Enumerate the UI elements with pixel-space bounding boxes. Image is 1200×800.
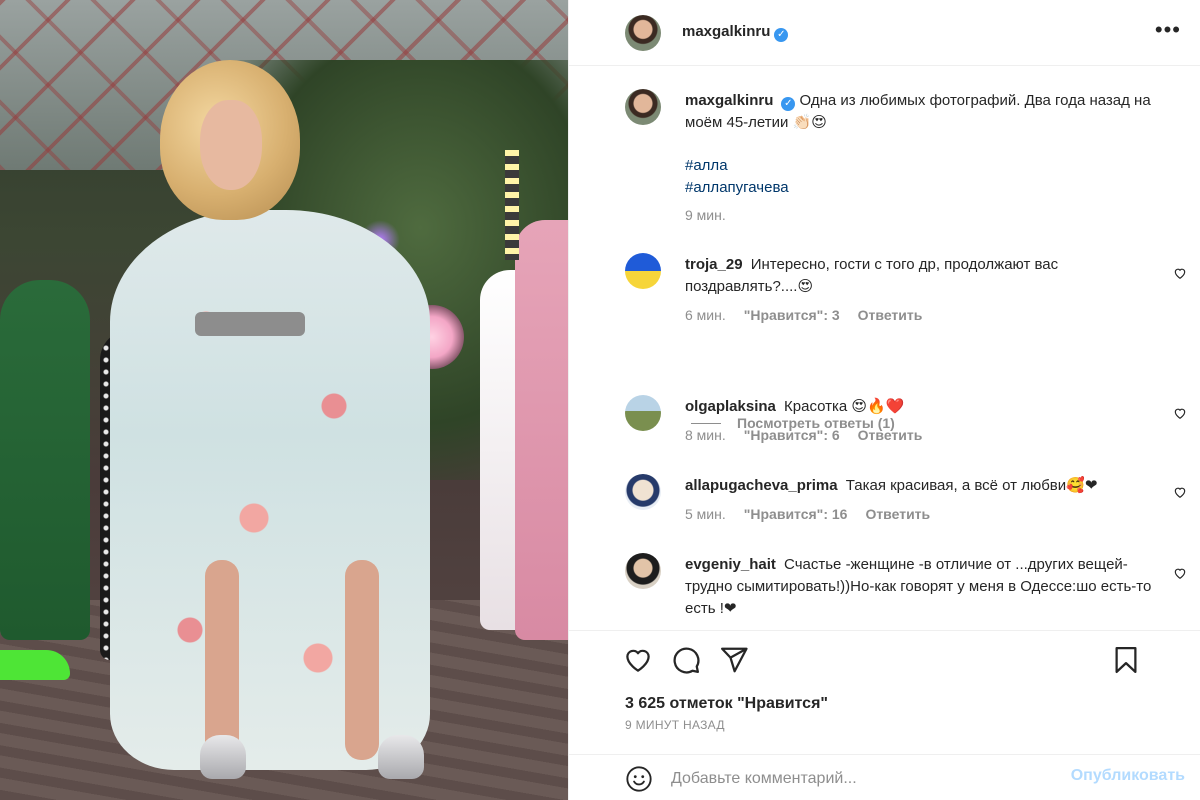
likes-count[interactable]: 3 625 отметок "Нравится" xyxy=(625,695,828,713)
bookmark-icon[interactable] xyxy=(1111,645,1141,675)
comment-text-block: troja_29 Интересно, гости с того др, про… xyxy=(685,254,1157,298)
commenter-username[interactable]: olgaplaksina xyxy=(685,398,776,415)
add-comment-bar: Опубликовать xyxy=(569,754,1200,800)
author-avatar[interactable] xyxy=(625,15,661,51)
comment-like-heart-icon[interactable] xyxy=(1173,406,1187,420)
comment-text: Красотка 😍🔥❤️ xyxy=(784,398,905,415)
photo-guest-green xyxy=(0,280,90,640)
commenter-avatar[interactable] xyxy=(625,474,661,510)
heart-icon[interactable] xyxy=(623,645,653,675)
comment-meta: 6 мин. "Нравится": 3 Ответить xyxy=(685,307,922,323)
view-replies-line xyxy=(691,422,721,424)
photo-leg-left xyxy=(205,560,239,760)
emoji-icon[interactable] xyxy=(625,765,653,793)
post-photo[interactable] xyxy=(0,0,568,800)
caption-text-block: maxgalkinru ✓ Одна из любимых фотографий.… xyxy=(685,90,1157,134)
comment-likes[interactable]: "Нравится": 3 xyxy=(744,307,840,323)
comment-text-block: allapugacheva_prima Такая красивая, а вс… xyxy=(685,475,1157,497)
photo-face xyxy=(200,100,262,190)
comment-likes[interactable]: "Нравится": 6 xyxy=(744,427,840,443)
photo-silver-shoe-right xyxy=(378,735,424,779)
caption-time: 9 мин. xyxy=(685,207,726,223)
comment-likes[interactable]: "Нравится": 16 xyxy=(744,506,848,522)
author-name-wrap: maxgalkinru ✓ xyxy=(682,23,789,42)
commenter-avatar[interactable] xyxy=(625,395,661,431)
comment-like-heart-icon[interactable] xyxy=(1173,266,1187,280)
post-sidebar: maxgalkinru ✓ ••• maxgalkinru ✓ Одна из лю… xyxy=(568,0,1200,800)
commenter-username[interactable]: allapugacheva_prima xyxy=(685,477,838,494)
author-username[interactable]: maxgalkinru xyxy=(682,23,770,40)
comment-text-block: olgaplaksina Красотка 😍🔥❤️ xyxy=(685,396,1157,418)
caption-author-avatar[interactable] xyxy=(625,89,661,125)
commenter-avatar[interactable] xyxy=(625,553,661,589)
paper-plane-icon[interactable] xyxy=(719,645,749,675)
comments-list[interactable]: maxgalkinru ✓ Одна из любимых фотографий.… xyxy=(569,67,1200,623)
comment-like-heart-icon[interactable] xyxy=(1173,485,1187,499)
commenter-avatar[interactable] xyxy=(625,253,661,289)
photo-green-shoe xyxy=(0,650,70,680)
comment-time: 8 мин. xyxy=(685,427,726,443)
photo-floral-dress xyxy=(110,210,430,770)
reply-button[interactable]: Ответить xyxy=(858,307,923,323)
comment-text: Такая красивая, а всё от любви🥰❤ xyxy=(845,477,1098,494)
verified-badge-icon: ✓ xyxy=(774,28,789,42)
photo-silver-shoe-left xyxy=(200,735,246,779)
comment-time: 6 мин. xyxy=(685,307,726,323)
comment-like-heart-icon[interactable] xyxy=(1173,566,1187,580)
comment-bubble-icon[interactable] xyxy=(671,645,701,675)
post-time-ago: 9 МИНУТ НАЗАД xyxy=(625,718,725,732)
photo-guest-pink xyxy=(515,220,568,640)
post-actions: 3 625 отметок "Нравится" 9 МИНУТ НАЗАД xyxy=(569,630,1200,744)
caption-author-username[interactable]: maxgalkinru xyxy=(685,92,773,109)
reply-button[interactable]: Ответить xyxy=(858,427,923,443)
verified-badge-icon: ✓ xyxy=(781,97,796,111)
post-comment-button[interactable]: Опубликовать xyxy=(1071,767,1185,785)
hashtag-link[interactable]: #аллапугачева xyxy=(685,177,789,199)
reply-button[interactable]: Ответить xyxy=(865,506,930,522)
comment-meta: 5 мин. "Нравится": 16 Ответить xyxy=(685,506,930,522)
comment-meta: 8 мин. "Нравится": 6 Ответить xyxy=(685,427,922,443)
more-options-icon[interactable]: ••• xyxy=(1155,19,1181,41)
commenter-username[interactable]: troja_29 xyxy=(685,256,743,273)
comment-text-block: evgeniy_hait Счастье -женщине -в отличие… xyxy=(685,554,1157,620)
caption-meta: 9 мин. xyxy=(685,207,726,223)
commenter-username[interactable]: evgeniy_hait xyxy=(685,556,776,573)
post-header: maxgalkinru ✓ ••• xyxy=(569,0,1200,66)
hashtag-link[interactable]: #алла xyxy=(685,155,789,177)
comment-time: 5 мин. xyxy=(685,506,726,522)
comment-input[interactable] xyxy=(671,767,1051,791)
hashtags: #алла #аллапугачева xyxy=(685,155,789,199)
photo-stage-light xyxy=(505,150,519,260)
photo-leg-right xyxy=(345,560,379,760)
photo-belt xyxy=(195,312,305,336)
